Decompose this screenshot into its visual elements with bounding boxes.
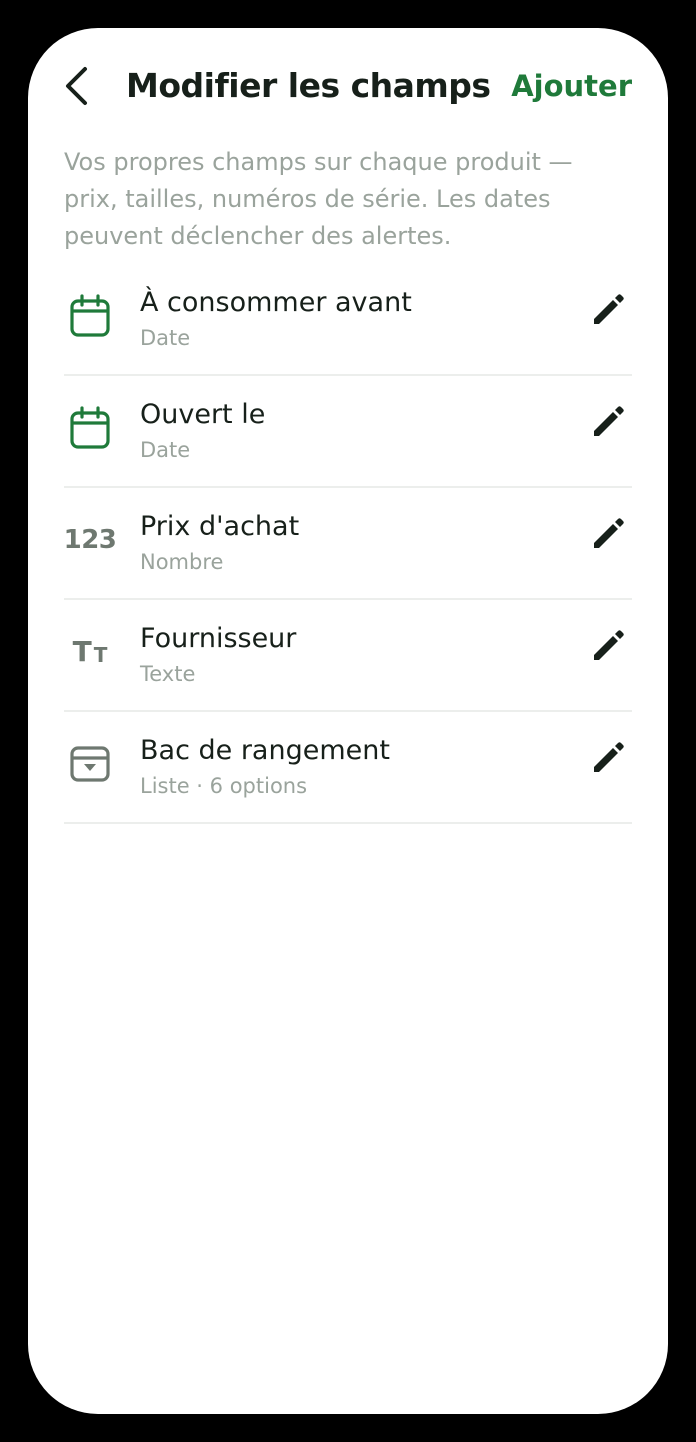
field-row-opened-on[interactable]: Ouvert le Date: [64, 376, 632, 488]
field-type: Liste · 6 options: [140, 774, 308, 798]
number-icon-glyph: 123: [63, 525, 117, 555]
edit-button[interactable]: [588, 290, 628, 330]
edit-button[interactable]: [588, 738, 628, 778]
back-button[interactable]: [56, 64, 96, 108]
chevron-left-icon: [66, 67, 87, 105]
pencil-icon: [594, 518, 624, 548]
field-title: Ouvert le: [140, 399, 266, 430]
field-type: Texte: [140, 662, 196, 686]
calendar-icon: [66, 404, 114, 452]
field-title: Prix d'achat: [140, 511, 300, 542]
description-text: Vos propres champs sur chaque produit — …: [64, 148, 573, 250]
field-row-supplier[interactable]: TT Fournisseur Texte: [64, 600, 632, 712]
calendar-icon: [66, 292, 114, 340]
text-icon-big-letter: T: [72, 635, 92, 668]
field-title: Bac de rangement: [140, 735, 390, 766]
field-row-purchase-price[interactable]: 123 Prix d'achat Nombre: [64, 488, 632, 600]
fields-list: À consommer avant Date Ouvert le Date 12…: [64, 264, 632, 824]
text-icon-small-letter: T: [93, 643, 108, 667]
pencil-icon: [594, 742, 624, 772]
pencil-icon: [594, 406, 624, 436]
header: Modifier les champs Ajouter: [28, 28, 668, 144]
edit-button[interactable]: [588, 514, 628, 554]
field-type: Date: [140, 326, 191, 350]
edit-button[interactable]: [588, 402, 628, 442]
add-field-button[interactable]: Ajouter: [511, 64, 632, 108]
screen: Modifier les champs Ajouter Vos propres …: [28, 28, 668, 1414]
number-icon: 123: [63, 516, 117, 564]
field-type: Date: [140, 438, 191, 462]
edit-button[interactable]: [588, 626, 628, 666]
field-type: Nombre: [140, 550, 224, 574]
field-row-storage-bin[interactable]: Bac de rangement Liste · 6 options: [64, 712, 632, 824]
text-icon: TT: [66, 628, 114, 676]
field-title: À consommer avant: [140, 287, 412, 318]
pencil-icon: [594, 630, 624, 660]
field-title: Fournisseur: [140, 623, 297, 654]
field-row-best-before[interactable]: À consommer avant Date: [64, 264, 632, 376]
dropdown-list-icon: [66, 740, 114, 788]
pencil-icon: [594, 294, 624, 324]
phone-frame: Modifier les champs Ajouter Vos propres …: [0, 0, 696, 1442]
page-title: Modifier les champs: [126, 66, 491, 105]
